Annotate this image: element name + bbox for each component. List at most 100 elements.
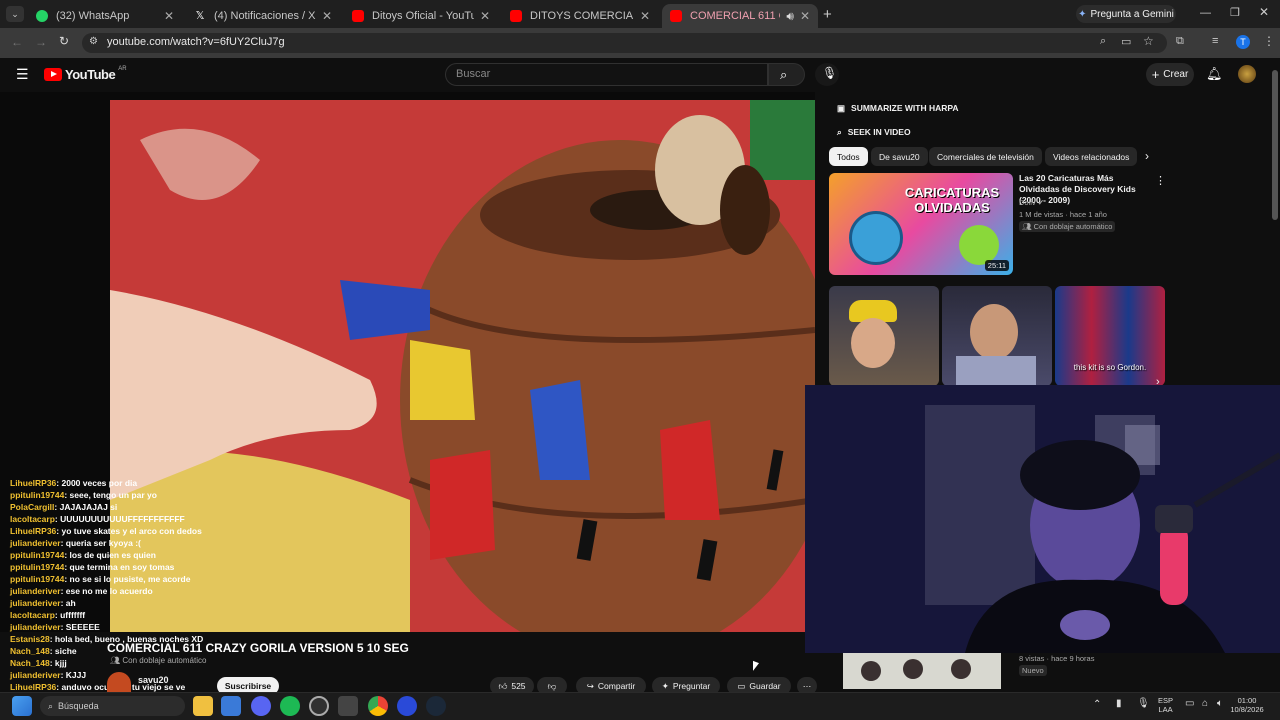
chat-username: ppitulin19744 (10, 490, 65, 500)
language-indicator[interactable]: ESP LAA (1158, 696, 1173, 714)
forward-button[interactable]: → (35, 35, 47, 49)
sparkle-icon: ✦ (661, 680, 669, 691)
streamer-webcam-feed (805, 385, 1280, 653)
notifications-bell-icon[interactable]: 🔔︎ (1206, 66, 1223, 82)
channel-avatar[interactable] (107, 672, 131, 692)
store-icon[interactable] (221, 696, 241, 716)
close-window-button[interactable]: ✕ (1259, 5, 1269, 19)
media-controls-icon[interactable]: ≡ (1212, 35, 1218, 47)
chevron-right-icon[interactable]: › (1145, 149, 1149, 163)
chat-message: ppitulin19744: los de quien es quien (10, 549, 330, 561)
voice-search-button[interactable]: 🎙︎ (815, 63, 839, 86)
video-title: COMERCIAL 611 CRAZY GORILA VERSION 5 10 … (107, 641, 409, 655)
chat-message: julianderiver: SEEEEE (10, 621, 330, 633)
short-thumbnail-1[interactable] (829, 286, 939, 386)
steam-icon[interactable] (426, 696, 446, 716)
ea-app-icon[interactable] (397, 696, 417, 716)
mouse-cursor (753, 660, 759, 674)
search-button[interactable]: ⌕ (768, 63, 805, 86)
mm-app-icon[interactable] (338, 696, 358, 716)
seek-in-video-button[interactable]: ⌕ SEEK IN VIDEO (829, 122, 919, 142)
close-tab-icon[interactable]: ✕ (640, 9, 650, 23)
close-tab-icon[interactable]: ✕ (800, 9, 810, 23)
network-icon[interactable]: ⌂ (1202, 698, 1208, 709)
chat-username: Estanis28 (10, 634, 50, 644)
youtube-logo[interactable]: YouTube AR (44, 66, 127, 82)
chat-text: JAJAJAJAJ si (59, 502, 118, 512)
reload-button[interactable]: ↻ (59, 34, 69, 48)
audio-playing-icon[interactable]: 🔊︎ (786, 9, 794, 24)
chevron-down-icon: ⌄ (11, 9, 19, 19)
battery-icon[interactable]: ▮ (1116, 698, 1122, 709)
new-tab-button[interactable]: + (823, 6, 832, 23)
chat-username: Nach_148 (10, 646, 50, 656)
back-button[interactable]: ← (11, 35, 23, 49)
harpa-icon: ▣ (837, 102, 846, 113)
tray-chevron-icon[interactable]: ⌃ (1093, 699, 1101, 710)
webcam-overlay (805, 385, 1280, 653)
chat-username: julianderiver (10, 598, 61, 608)
page-scrollbar[interactable] (1272, 70, 1278, 220)
create-button[interactable]: + Crear (1146, 63, 1194, 86)
rec-dub-badge: 👥︎ Con doblaje automático (1019, 221, 1116, 232)
account-avatar[interactable] (1238, 65, 1256, 83)
cast-icon[interactable]: ▭ (1121, 35, 1131, 48)
chat-text: yo tuve skates y el arco con dedos (61, 526, 202, 536)
close-tab-icon[interactable]: ✕ (322, 9, 332, 23)
chat-message: ppitulin19744: seee, tengo un par yo (10, 489, 330, 501)
rec-menu-icon[interactable]: ⋮ (1155, 174, 1166, 187)
taskbar-search[interactable]: ⌕ Búsqueda (40, 696, 185, 716)
short-thumbnail-2[interactable] (942, 286, 1052, 386)
chat-username: julianderiver (10, 586, 61, 596)
file-explorer-icon[interactable] (193, 696, 213, 716)
short-thumbnail-3[interactable]: this kit is so Gordon. (1055, 286, 1165, 386)
chat-message: lacoltacarp: ufffffff (10, 609, 330, 621)
profile-avatar[interactable]: T (1236, 35, 1250, 49)
tab-ditoys-comercial[interactable]: DITOYS COMERCIAL - YouTube ✕ (502, 4, 658, 28)
rec-channel[interactable]: Doliv ✔ (1019, 198, 1044, 207)
spotify-icon[interactable] (280, 696, 300, 716)
obs-icon[interactable] (309, 696, 329, 716)
clock[interactable]: 01:00 10/8/2026 (1224, 696, 1270, 714)
tab-comercial-611[interactable]: COMERCIAL 611 CRAZY G 🔊︎ ✕ (662, 4, 818, 28)
chrome-icon[interactable] (368, 696, 388, 716)
volume-icon[interactable]: 🔈︎ (1217, 698, 1223, 709)
chip-from-channel[interactable]: De savu20 (871, 147, 928, 166)
microphone-tray-icon[interactable]: 🎙︎ (1137, 698, 1150, 709)
zoom-icon[interactable]: ⌕ (1100, 35, 1106, 48)
extensions-icon[interactable]: ⧉ (1176, 35, 1184, 48)
new-badge: Nuevo (1019, 665, 1047, 676)
search-input[interactable]: Buscar (445, 63, 768, 86)
close-tab-icon[interactable]: ✕ (164, 9, 174, 23)
harpa-summarize-button[interactable]: ▣ SUMMARIZE WITH HARPA (829, 98, 967, 118)
restore-button[interactable]: ❐ (1230, 6, 1240, 19)
bookmark-icon: ▭ (737, 680, 746, 691)
chat-username: julianderiver (10, 670, 61, 680)
chip-all[interactable]: Todos (829, 147, 868, 166)
discord-icon[interactable] (251, 696, 271, 716)
chip-related-videos[interactable]: Videos relacionados (1045, 147, 1138, 166)
channel-name[interactable]: savu20 (138, 675, 169, 685)
menu-icon[interactable]: ☰ (16, 66, 29, 83)
gemini-button[interactable]: ✦ Pregunta a Gemini (1076, 5, 1176, 23)
tab-ditoys-oficial[interactable]: Ditoys Oficial - YouTube ✕ (344, 4, 498, 28)
chat-message: julianderiver: KJJJ (10, 669, 330, 681)
browser-menu-icon[interactable]: ⋮ (1263, 34, 1275, 48)
bookmark-star-icon[interactable]: ☆ (1143, 34, 1154, 48)
chat-text: kjjj (54, 658, 67, 668)
windows-start-icon[interactable] (12, 696, 32, 716)
rec-thumbnail[interactable]: CARICATURAS OLVIDADAS 25:11 (829, 173, 1013, 275)
plus-icon: + (1151, 67, 1160, 82)
tab-whatsapp[interactable]: (32) WhatsApp ✕ (28, 4, 182, 28)
thumbnail-title-text: CARICATURAS OLVIDADAS (904, 185, 1000, 215)
url-text[interactable]: youtube.com/watch?v=6fUY2CluJ7g (107, 36, 285, 48)
rec-thumbnail-bottom[interactable] (843, 653, 1001, 689)
tab-x-notifications[interactable]: 𝕏 (4) Notificaciones / X ✕ (186, 4, 340, 28)
site-info-icon[interactable]: ⚙ (89, 36, 98, 47)
minimize-button[interactable]: — (1200, 7, 1211, 19)
tab-search-button[interactable]: ⌄ (6, 6, 24, 22)
thumbs-up-icon: 👍︎ (498, 680, 508, 691)
close-tab-icon[interactable]: ✕ (480, 9, 490, 23)
display-tray-icon[interactable]: ▭ (1185, 698, 1194, 709)
chip-tv-commercials[interactable]: Comerciales de televisión (929, 147, 1042, 166)
